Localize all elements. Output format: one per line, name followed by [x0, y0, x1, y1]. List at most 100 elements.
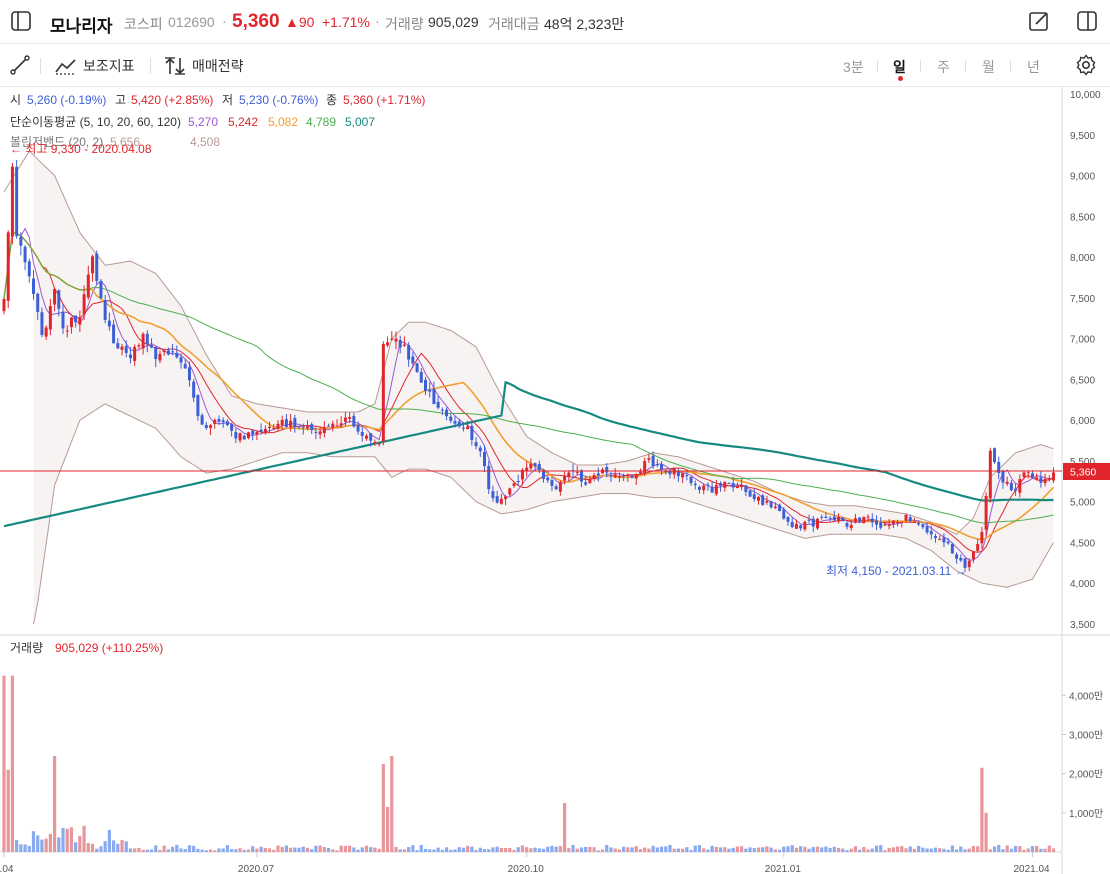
volume-bar — [550, 845, 554, 852]
candle-body — [398, 340, 402, 348]
volume-bar — [440, 849, 444, 852]
volume-bar — [52, 756, 57, 852]
candle-body — [128, 354, 132, 359]
volume-bar — [280, 846, 284, 852]
candle-body — [120, 346, 124, 350]
volume-bar — [609, 847, 613, 852]
volume-bar — [849, 848, 853, 852]
volume-bar — [933, 847, 938, 852]
volume-bar — [925, 848, 929, 852]
candle-body — [238, 433, 242, 441]
volume-bar — [369, 847, 373, 852]
time-tick-label: 2021.01 — [765, 864, 802, 874]
candle-body — [887, 524, 891, 527]
candle-body — [681, 473, 685, 478]
volume-bar — [246, 849, 251, 852]
candle-body — [407, 345, 411, 360]
candle-body — [942, 537, 946, 543]
candle-body — [107, 320, 111, 327]
volume-bar — [305, 847, 310, 852]
volume-bar — [137, 847, 141, 852]
volume-bar — [381, 763, 385, 852]
volume-bar — [777, 849, 782, 852]
candle-body — [1009, 482, 1013, 491]
candle-body — [782, 509, 786, 519]
volume-bar — [356, 849, 360, 852]
low-value: 5,230 (-0.76%) — [239, 93, 318, 107]
volume-bar — [643, 847, 647, 852]
volume-bar — [672, 848, 676, 852]
candle-body — [154, 347, 158, 360]
volume-bar — [116, 843, 120, 852]
candle-body — [976, 544, 980, 551]
volume-bar — [769, 847, 773, 852]
candle-body — [297, 426, 301, 428]
candle-body — [440, 409, 444, 411]
candle-body — [36, 293, 40, 312]
volume-bar — [99, 846, 103, 852]
volume-bar — [503, 847, 508, 852]
volume-bar — [929, 848, 933, 852]
volume-bar — [853, 846, 858, 852]
ma120-value: 5,007 — [345, 115, 375, 129]
volume-bar — [714, 846, 718, 852]
volume-bar — [204, 850, 208, 852]
candle-body — [301, 426, 305, 428]
volume-bar — [36, 835, 40, 852]
candle-body — [525, 467, 529, 471]
volume-bar — [959, 846, 963, 852]
candle-body — [706, 484, 710, 486]
volume-bar — [681, 848, 685, 852]
volume-bar — [887, 847, 891, 852]
ma5-value: 5,270 — [188, 115, 218, 129]
ohlc-legend: 시 5,260 (-0.19%) 고 5,420 (+2.85%) 저 5,23… — [10, 93, 425, 107]
candle-body — [841, 517, 845, 522]
candle-body — [542, 471, 546, 479]
volume-bar — [630, 847, 634, 852]
volume-bar — [259, 846, 263, 852]
volume-bar — [297, 847, 301, 852]
volume-bar — [748, 847, 752, 852]
volume-bar — [213, 850, 217, 852]
candle-body — [929, 531, 933, 535]
candle-body — [196, 395, 200, 416]
candle-body — [390, 338, 394, 340]
candle-body — [352, 415, 356, 427]
volume-bar — [360, 847, 364, 852]
volume-bar — [251, 846, 255, 852]
volume-bar — [567, 848, 571, 852]
stock-chart[interactable]: 10,000 9,500 9,000 8,500 8,000 7,500 7,000 6,50… — [0, 0, 1110, 874]
volume-bar — [398, 849, 402, 852]
volume-bar — [562, 803, 567, 852]
candle-body — [550, 480, 554, 486]
candle-body — [946, 541, 950, 544]
candle-body — [858, 517, 862, 522]
volume-bar — [385, 806, 390, 852]
volume-bar — [478, 847, 482, 852]
volume-bar — [69, 827, 74, 852]
candle-body — [917, 522, 921, 525]
candle-body — [2, 298, 6, 312]
candle-body — [57, 290, 61, 309]
volume-bar — [508, 848, 512, 852]
volume-bar — [432, 849, 436, 852]
candle-body — [613, 474, 617, 478]
candle-body — [563, 476, 567, 481]
volume-bar — [301, 846, 305, 852]
candle-body — [335, 425, 339, 427]
candle-body — [48, 306, 52, 330]
candle-body — [790, 521, 794, 528]
candle-body — [74, 315, 78, 323]
candle-body — [984, 496, 988, 530]
candle-body — [242, 435, 246, 440]
candle-body — [204, 424, 208, 429]
volume-bar — [111, 840, 116, 852]
volume-bar — [659, 846, 664, 852]
candle-body — [209, 425, 213, 428]
ma-legend: 단순이동평균 (5, 10, 20, 60, 120) 5,270 5,242 … — [10, 115, 375, 129]
candle-body — [1018, 479, 1022, 493]
volume-bar — [984, 812, 988, 852]
candle-body — [259, 429, 263, 433]
candle-body — [588, 479, 592, 484]
volume-tick-label: 3,000만 — [1069, 729, 1103, 741]
